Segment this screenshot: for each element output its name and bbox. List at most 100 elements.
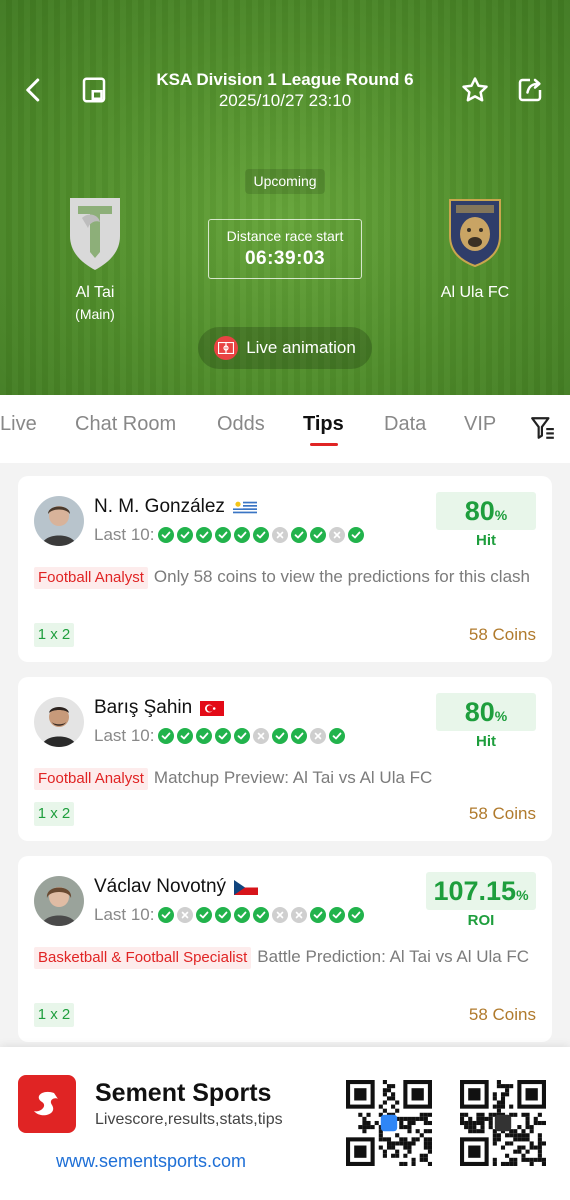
win-check-icon	[309, 907, 326, 923]
expert-role-tag: Basketball & Football Specialist	[34, 947, 252, 969]
win-check-icon	[195, 907, 212, 923]
avatar	[34, 697, 84, 747]
live-animation-button[interactable]: Live animation	[198, 327, 372, 369]
win-check-icon	[157, 907, 174, 923]
result-dots	[157, 907, 364, 923]
tip-text: Battle Prediction: Al Tai vs Al Ula FC	[257, 947, 530, 966]
away-team-logo	[433, 190, 517, 274]
app-tagline: Livescore,results,stats,tips	[95, 1111, 283, 1128]
favorite-button[interactable]	[455, 70, 495, 110]
home-team[interactable]: Al Tai (Main)	[20, 190, 170, 322]
countdown-label: Distance race start	[226, 228, 344, 244]
avatar	[34, 876, 84, 926]
countdown-box: Distance race start 06:39:03	[208, 219, 362, 279]
chevron-left-icon	[26, 78, 40, 102]
tip-text: Matchup Preview: Al Tai vs Al Ula FC	[153, 768, 433, 787]
home-team-sub: (Main)	[75, 306, 115, 322]
win-check-icon	[328, 728, 345, 744]
hit-rate-unit: %	[494, 708, 508, 724]
hit-rate-label: Hit	[476, 733, 496, 750]
tab-tips[interactable]: Tips	[303, 413, 344, 436]
win-check-icon	[252, 907, 269, 923]
tip-text: Only 58 coins to view the predictions fo…	[153, 567, 530, 586]
share-icon	[518, 78, 542, 102]
away-team-name: Al Ula FC	[440, 284, 510, 301]
tab-live[interactable]: Live	[0, 413, 37, 436]
tip-card[interactable]: N. M. González Last 10: 80% Hit Football…	[18, 476, 552, 662]
hit-rate-box: 80%	[436, 492, 536, 530]
away-team[interactable]: Al Ula FC	[400, 190, 550, 302]
loss-x-icon	[176, 907, 193, 923]
active-tab-indicator	[310, 443, 338, 446]
google-play-qr-code[interactable]	[460, 1080, 546, 1166]
match-status-badge: Upcoming	[245, 169, 325, 194]
screen-mode-button[interactable]	[74, 70, 114, 110]
tab-vip[interactable]: VIP	[464, 413, 496, 436]
tip-card[interactable]: Václav Novotný Last 10: 107.15% ROI Bask…	[18, 856, 552, 1042]
price-label[interactable]: 58 Coins	[469, 625, 536, 645]
expert-name: N. M. González	[94, 496, 225, 517]
app-name: Sement Sports	[95, 1079, 272, 1107]
last10-record: Last 10:	[94, 905, 364, 925]
last10-label: Last 10:	[94, 525, 155, 544]
win-check-icon	[176, 527, 193, 543]
tab-bar: Live Chat Room Odds Tips Data VIP	[0, 395, 570, 463]
filter-icon[interactable]	[530, 415, 556, 441]
win-check-icon	[214, 907, 231, 923]
live-animation-label: Live animation	[246, 338, 356, 357]
win-check-icon	[214, 527, 231, 543]
app-store-qr-code[interactable]	[346, 1080, 432, 1166]
win-check-icon	[233, 728, 250, 744]
win-check-icon	[271, 728, 288, 744]
last10-record: Last 10:	[94, 525, 364, 545]
win-check-icon	[233, 907, 250, 923]
roi-label: ROI	[467, 912, 495, 929]
loss-x-icon	[271, 907, 288, 923]
win-check-icon	[328, 907, 345, 923]
app-website-link[interactable]: www.sementsports.com	[56, 1151, 246, 1172]
home-team-logo	[53, 190, 137, 274]
match-datetime: 2025/10/27 23:10	[218, 91, 352, 110]
loss-x-icon	[328, 527, 345, 543]
share-button[interactable]	[510, 70, 550, 110]
loss-x-icon	[252, 728, 269, 744]
last10-label: Last 10:	[94, 905, 155, 924]
win-check-icon	[157, 527, 174, 543]
win-check-icon	[309, 527, 326, 543]
turkey-flag-icon	[200, 700, 225, 716]
price-label[interactable]: 58 Coins	[469, 804, 536, 824]
win-check-icon	[290, 527, 307, 543]
hit-rate-label: Hit	[476, 532, 496, 549]
last10-record: Last 10:	[94, 726, 345, 746]
hit-rate-value: 80	[464, 697, 495, 727]
tab-chat-room[interactable]: Chat Room	[75, 413, 176, 436]
star-icon	[462, 77, 488, 102]
picture-in-picture-icon	[82, 77, 106, 103]
price-label[interactable]: 58 Coins	[469, 1005, 536, 1025]
loss-x-icon	[271, 527, 288, 543]
expert-name-row: Václav Novotný	[94, 876, 259, 898]
market-badge: 1 x 2	[34, 1003, 74, 1027]
tip-description: Basketball & Football Specialist Battle P…	[34, 944, 534, 969]
win-check-icon	[233, 527, 250, 543]
tip-card[interactable]: Barış Şahin Last 10: 80% Hit Football An…	[18, 677, 552, 841]
loss-x-icon	[290, 907, 307, 923]
countdown-value: 06:39:03	[244, 248, 326, 269]
home-team-name: Al Tai	[75, 284, 115, 301]
uruguay-flag-icon	[232, 499, 257, 515]
tab-data[interactable]: Data	[384, 413, 426, 436]
last10-label: Last 10:	[94, 726, 155, 745]
tab-odds[interactable]: Odds	[217, 413, 265, 436]
win-check-icon	[157, 728, 174, 744]
win-check-icon	[195, 527, 212, 543]
win-check-icon	[252, 527, 269, 543]
back-button[interactable]	[14, 70, 54, 110]
market-badge: 1 x 2	[34, 802, 74, 826]
roi-box: 107.15%	[426, 872, 536, 910]
app-download-banner[interactable]: Sement Sports Livescore,results,stats,ti…	[0, 1047, 570, 1200]
loss-x-icon	[309, 728, 326, 744]
expert-name: Václav Novotný	[94, 876, 227, 897]
tip-description: Football Analyst Matchup Preview: Al Tai …	[34, 765, 534, 790]
win-check-icon	[290, 728, 307, 744]
expert-name: Barış Şahin	[94, 697, 193, 718]
